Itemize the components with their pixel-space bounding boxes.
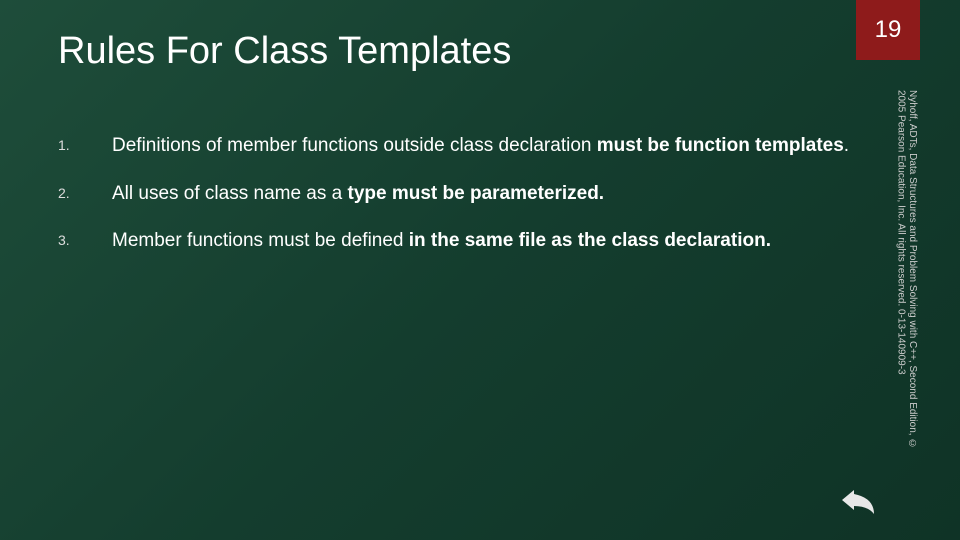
list-item: 2. All uses of class name as a type must…: [58, 181, 850, 207]
rules-list: 1. Definitions of member functions outsi…: [58, 133, 850, 254]
item-text-bold: in the same file as the class declaratio…: [409, 230, 771, 251]
list-item: 3. Member functions must be defined in t…: [58, 228, 850, 254]
item-text-tail: .: [844, 135, 849, 156]
slide-header: Rules For Class Templates 19: [0, 0, 960, 73]
item-number: 3.: [58, 228, 112, 254]
page-number-badge: 19: [856, 0, 920, 60]
return-icon[interactable]: [840, 490, 880, 520]
item-text-plain: Definitions of member functions outside …: [112, 135, 597, 156]
item-text-plain: All uses of class name as a: [112, 183, 348, 204]
item-text: Member functions must be defined in the …: [112, 228, 771, 254]
item-text: Definitions of member functions outside …: [112, 133, 849, 159]
item-text-bold: must be function templates: [597, 135, 844, 156]
item-text-bold: type must be parameterized.: [348, 183, 605, 204]
citation-sidebar: Nyhoff, ADTs, Data Structures and Proble…: [882, 90, 918, 460]
item-number: 2.: [58, 181, 112, 207]
page-number: 19: [875, 16, 902, 44]
item-number: 1.: [58, 133, 112, 159]
slide-title: Rules For Class Templates: [58, 30, 856, 73]
item-text: All uses of class name as a type must be…: [112, 181, 604, 207]
list-item: 1. Definitions of member functions outsi…: [58, 133, 850, 159]
item-text-plain: Member functions must be defined: [112, 230, 409, 251]
slide-content: 1. Definitions of member functions outsi…: [0, 73, 960, 254]
